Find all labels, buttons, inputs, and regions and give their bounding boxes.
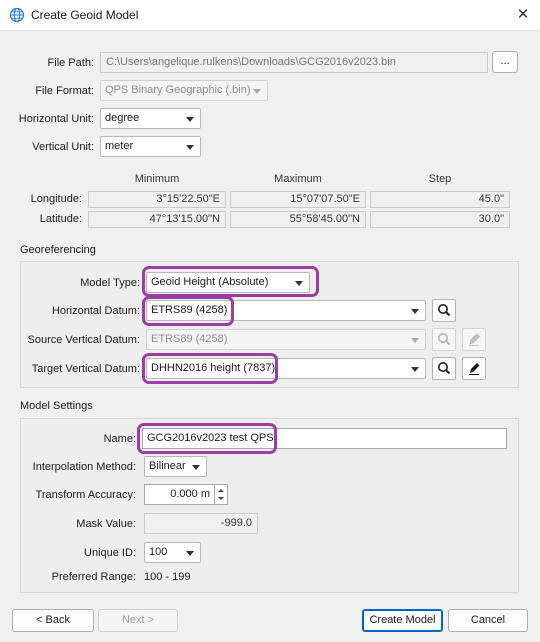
chevron-down-icon <box>411 367 419 372</box>
preferred-range-value: 100 - 199 <box>144 571 191 583</box>
transform-accuracy-input[interactable]: 0.000 m <box>144 484 215 505</box>
longitude-label: Longitude: <box>30 193 82 205</box>
model-type-highlight <box>142 266 319 297</box>
vertical-unit-select[interactable]: meter <box>100 136 201 157</box>
horizontal-datum-label: Horizontal Datum: <box>51 305 140 317</box>
vertical-unit-value: meter <box>105 140 134 152</box>
chevron-down-icon <box>186 117 194 122</box>
vertical-unit-label: Vertical Unit: <box>32 141 94 153</box>
horizontal-unit-value: degree <box>105 112 140 124</box>
step-header: Step <box>428 173 452 185</box>
file-format-label: File Format: <box>35 85 94 97</box>
georeferencing-title: Georeferencing <box>20 244 96 256</box>
latitude-min: 47°13'15.00"N <box>88 211 226 228</box>
horizontal-unit-label: Horizontal Unit: <box>18 113 94 125</box>
chevron-down-icon <box>186 551 194 556</box>
name-highlight <box>137 423 277 454</box>
model-type-label: Model Type: <box>80 277 140 289</box>
source-vertical-datum-search-button[interactable] <box>432 328 456 351</box>
longitude-step: 45.0" <box>370 191 510 208</box>
name-label: Name: <box>103 433 136 445</box>
longitude-max: 15°07'07.50"E <box>230 191 366 208</box>
close-icon[interactable]: ✕ <box>510 4 536 26</box>
longitude-min: 3°15'22.50"E <box>88 191 226 208</box>
pen-icon <box>469 333 481 346</box>
latitude-label: Latitude: <box>39 213 82 225</box>
pen-icon <box>469 363 480 375</box>
target-vertical-datum-highlight <box>142 353 278 384</box>
interpolation-method-label: Interpolation Method: <box>32 461 136 473</box>
target-vertical-datum-label: Target Vertical Datum: <box>31 363 140 375</box>
target-vertical-datum-search-button[interactable] <box>432 357 456 380</box>
cancel-button[interactable]: Cancel <box>448 609 528 632</box>
transform-accuracy-spinner[interactable] <box>214 484 228 505</box>
source-vertical-datum-select[interactable]: ETRS89 (4258) <box>146 329 426 350</box>
horizontal-datum-highlight <box>142 296 234 326</box>
latitude-max: 55°58'45.00"N <box>230 211 366 228</box>
search-icon <box>438 304 451 317</box>
unique-id-select[interactable]: 100 <box>144 542 201 563</box>
chevron-down-icon <box>186 145 194 150</box>
horizontal-datum-search-button[interactable] <box>432 299 456 322</box>
horizontal-unit-select[interactable]: degree <box>100 108 201 129</box>
window-title: Create Geoid Model <box>31 8 139 22</box>
spinner-arrows-icon <box>218 489 224 500</box>
latitude-step: 30.0" <box>370 211 510 228</box>
file-path-label: File Path: <box>47 57 94 69</box>
preferred-range-label: Preferred Range: <box>51 571 136 583</box>
globe-icon <box>9 7 25 23</box>
create-model-button[interactable]: Create Model <box>362 609 443 632</box>
back-button[interactable]: < Back <box>12 609 94 632</box>
minimum-header: Minimum <box>134 173 180 185</box>
browse-button[interactable]: ... <box>492 51 518 73</box>
search-icon <box>438 333 451 346</box>
file-path-field[interactable]: C:\Users\angelique.rulkens\Downloads\GCG… <box>100 52 488 73</box>
source-vertical-datum-value: ETRS89 (4258) <box>151 333 228 345</box>
chevron-down-icon <box>411 338 419 343</box>
source-vertical-datum-edit-button[interactable] <box>462 328 486 351</box>
mask-value-label: Mask Value: <box>76 518 136 530</box>
maximum-header: Maximum <box>274 173 322 185</box>
transform-accuracy-label: Transform Accuracy: <box>35 489 136 501</box>
model-settings-title: Model Settings <box>20 400 93 412</box>
next-button[interactable]: Next > <box>98 609 178 632</box>
mask-value-field: -999.0 <box>144 513 258 534</box>
source-vertical-datum-label: Source Vertical Datum: <box>27 334 141 346</box>
file-format-select[interactable]: QPS Binary Geographic (.bin) <box>100 80 268 101</box>
search-icon <box>438 362 451 375</box>
unique-id-label: Unique ID: <box>84 547 136 559</box>
unique-id-value: 100 <box>149 546 168 558</box>
chevron-down-icon <box>411 309 419 314</box>
chevron-down-icon <box>192 465 200 470</box>
target-vertical-datum-edit-button[interactable] <box>462 357 486 380</box>
chevron-down-icon <box>253 89 261 94</box>
interpolation-method-value: Bilinear <box>149 460 186 472</box>
interpolation-method-select[interactable]: Bilinear <box>144 456 207 477</box>
file-format-value: QPS Binary Geographic (.bin) <box>105 84 251 96</box>
